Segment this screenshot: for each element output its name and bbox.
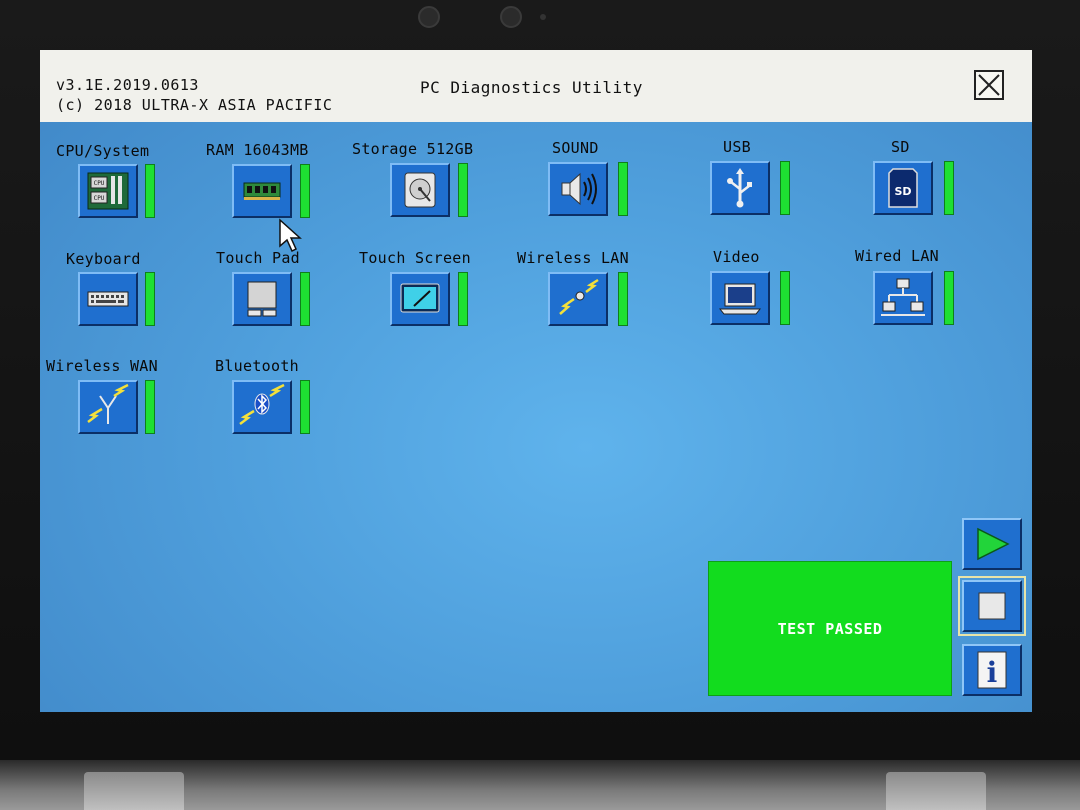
- hinge: [886, 772, 986, 810]
- copyright-text: (c) 2018 ULTRA-X ASIA PACIFIC: [56, 96, 333, 114]
- monitor-icon: [718, 283, 762, 315]
- device-label-storage: Storage 512GB: [352, 140, 474, 158]
- device-button-wireless-wan[interactable]: [78, 380, 138, 434]
- stop-test-button[interactable]: [958, 576, 1026, 636]
- device-label-keyboard: Keyboard: [66, 250, 141, 268]
- antenna-icon: [87, 383, 129, 424]
- speaker-icon: [561, 172, 597, 206]
- keyboard-icon: [87, 291, 129, 307]
- status-indicator-keyboard: [145, 272, 155, 326]
- version-text: v3.1E.2019.0613: [56, 76, 199, 94]
- device-button-storage[interactable]: [390, 163, 450, 217]
- status-indicator-wireless-lan: [618, 272, 628, 326]
- status-indicator-ram: [300, 164, 310, 218]
- wireless-lan-icon: [559, 278, 599, 315]
- storage-drive-icon: [404, 172, 436, 208]
- device-button-cpu-system[interactable]: CPU CPU: [78, 164, 138, 218]
- status-indicator-cpu-system: [145, 164, 155, 218]
- status-indicator-storage: [458, 163, 468, 217]
- device-label-touch-screen: Touch Screen: [359, 249, 471, 267]
- device-label-usb: USB: [723, 138, 751, 156]
- info-icon: i: [977, 651, 1007, 689]
- title-bar: v3.1E.2019.0613 (c) 2018 ULTRA-X ASIA PA…: [40, 50, 1032, 122]
- hinge: [84, 772, 184, 810]
- device-label-wireless-wan: Wireless WAN: [46, 357, 158, 375]
- device-button-wired-lan[interactable]: [873, 271, 933, 325]
- diagnostics-screen: v3.1E.2019.0613 (c) 2018 ULTRA-X ASIA PA…: [40, 50, 1032, 712]
- device-button-touch-pad[interactable]: [232, 272, 292, 326]
- mouse-cursor-icon: [279, 218, 302, 253]
- device-button-video[interactable]: [710, 271, 770, 325]
- close-x-icon: [978, 74, 1000, 96]
- device-button-wireless-lan[interactable]: [548, 272, 608, 326]
- stop-icon: [978, 592, 1006, 620]
- status-indicator-touch-pad: [300, 272, 310, 326]
- status-indicator-sound: [618, 162, 628, 216]
- info-glyph: i: [987, 656, 998, 689]
- ram-module-icon: [243, 182, 281, 200]
- camera-indicator: [540, 14, 546, 20]
- device-label-ram: RAM 16043MB: [206, 141, 309, 159]
- device-label-bluetooth: Bluetooth: [215, 357, 299, 375]
- start-test-button[interactable]: [962, 518, 1022, 570]
- usb-icon: [727, 168, 752, 208]
- svg-text:SD: SD: [894, 185, 911, 198]
- status-indicator-sd: [944, 161, 954, 215]
- device-button-bluetooth[interactable]: [232, 380, 292, 434]
- touchpad-icon: [247, 281, 277, 317]
- device-label-sound: SOUND: [552, 139, 599, 157]
- device-label-wired-lan: Wired LAN: [855, 247, 939, 265]
- status-indicator-wired-lan: [944, 271, 954, 325]
- status-indicator-usb: [780, 161, 790, 215]
- device-button-sd[interactable]: SD: [873, 161, 933, 215]
- camera-lens: [500, 6, 522, 28]
- close-button[interactable]: [974, 70, 1004, 100]
- bluetooth-icon: [239, 383, 285, 425]
- status-indicator-wireless-wan: [145, 380, 155, 434]
- info-button[interactable]: i: [962, 644, 1022, 696]
- svg-text:CPU: CPU: [94, 180, 105, 187]
- device-label-cpu-system: CPU/System: [56, 142, 150, 160]
- touchscreen-icon: [400, 283, 440, 313]
- status-indicator-bluetooth: [300, 380, 310, 434]
- test-result-panel: TEST PASSED: [708, 561, 952, 696]
- cpu-system-icon: CPU CPU: [87, 172, 129, 210]
- device-button-usb[interactable]: [710, 161, 770, 215]
- device-button-keyboard[interactable]: [78, 272, 138, 326]
- device-label-wireless-lan: Wireless LAN: [517, 249, 629, 267]
- device-label-video: Video: [713, 248, 760, 266]
- device-label-sd: SD: [891, 138, 910, 156]
- device-button-ram[interactable]: [232, 164, 292, 218]
- test-result-text: TEST PASSED: [777, 619, 883, 638]
- svg-text:CPU: CPU: [94, 195, 105, 202]
- device-button-sound[interactable]: [548, 162, 608, 216]
- wired-network-icon: [881, 278, 925, 316]
- app-title: PC Diagnostics Utility: [420, 78, 643, 97]
- device-button-touch-screen[interactable]: [390, 272, 450, 326]
- status-indicator-video: [780, 271, 790, 325]
- camera-lens: [418, 6, 440, 28]
- status-indicator-touch-screen: [458, 272, 468, 326]
- sd-card-icon: SD: [888, 168, 918, 208]
- play-icon: [977, 527, 1010, 561]
